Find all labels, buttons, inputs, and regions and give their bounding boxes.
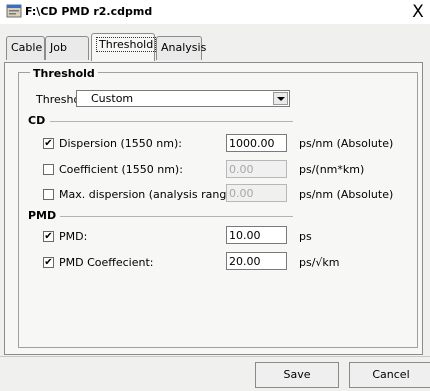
tab-cable[interactable]: Cable: [6, 36, 45, 60]
dispersion-input[interactable]: [226, 134, 287, 152]
app-window-icon: [6, 4, 22, 18]
cd-separator: [50, 121, 293, 122]
dispersion-label: Dispersion (1550 nm):: [59, 137, 182, 150]
max-dispersion-unit: ps/nm (Absolute): [299, 188, 394, 201]
pmd-section-title: PMD: [28, 209, 57, 222]
close-icon[interactable]: X: [410, 2, 426, 22]
tab-threshold[interactable]: Threshold: [91, 33, 157, 61]
max-dispersion-checkbox[interactable]: [43, 189, 54, 200]
footer-divider: [0, 356, 430, 357]
coefficient-checkbox[interactable]: [43, 164, 54, 175]
pmd-label: PMD:: [59, 230, 88, 243]
tab-label: Job: [50, 41, 67, 54]
pmd-coefficient-label: PMD Coeffecient:: [59, 256, 154, 269]
check-icon: ✔: [44, 257, 53, 268]
threshold-dropdown[interactable]: Custom: [76, 90, 290, 107]
coefficient-input[interactable]: [226, 160, 287, 178]
max-dispersion-label: Max. dispersion (analysis range):: [59, 188, 242, 201]
tab-job[interactable]: Job: [45, 36, 89, 60]
coefficient-label: Coefficient (1550 nm):: [59, 163, 183, 176]
pmd-input[interactable]: [226, 226, 287, 244]
chevron-down-icon[interactable]: [273, 92, 288, 105]
coefficient-unit: ps/(nm*km): [299, 163, 365, 176]
dialog-window: F:\CD PMD r2.cdpmd X Cable Job Threshold…: [0, 0, 430, 391]
dispersion-unit: ps/nm (Absolute): [299, 137, 394, 150]
cancel-button[interactable]: Cancel: [349, 362, 430, 388]
threshold-group-title: Threshold: [30, 67, 98, 80]
pmd-unit: ps: [299, 230, 312, 243]
check-icon: ✔: [44, 138, 53, 149]
pmd-separator: [60, 216, 293, 217]
pmd-coefficient-checkbox[interactable]: ✔: [43, 257, 54, 268]
max-dispersion-input[interactable]: [226, 184, 287, 202]
check-icon: ✔: [44, 231, 53, 242]
save-button[interactable]: Save: [255, 362, 339, 388]
title-bar: F:\CD PMD r2.cdpmd X: [0, 0, 430, 24]
threshold-dropdown-value: Custom: [91, 92, 134, 105]
tab-analysis[interactable]: Analysis: [156, 36, 206, 60]
tab-label: Cable: [11, 41, 43, 54]
pmd-coefficient-input[interactable]: [226, 252, 287, 270]
cd-section-title: CD: [28, 114, 46, 127]
window-title: F:\CD PMD r2.cdpmd: [25, 5, 153, 18]
threshold-group-box: [18, 72, 418, 348]
tab-label: Analysis: [161, 41, 207, 54]
pmd-coefficient-unit: ps/√km: [299, 256, 340, 269]
pmd-checkbox[interactable]: ✔: [43, 231, 54, 242]
tab-label: Threshold: [96, 37, 157, 52]
dispersion-checkbox[interactable]: ✔: [43, 138, 54, 149]
